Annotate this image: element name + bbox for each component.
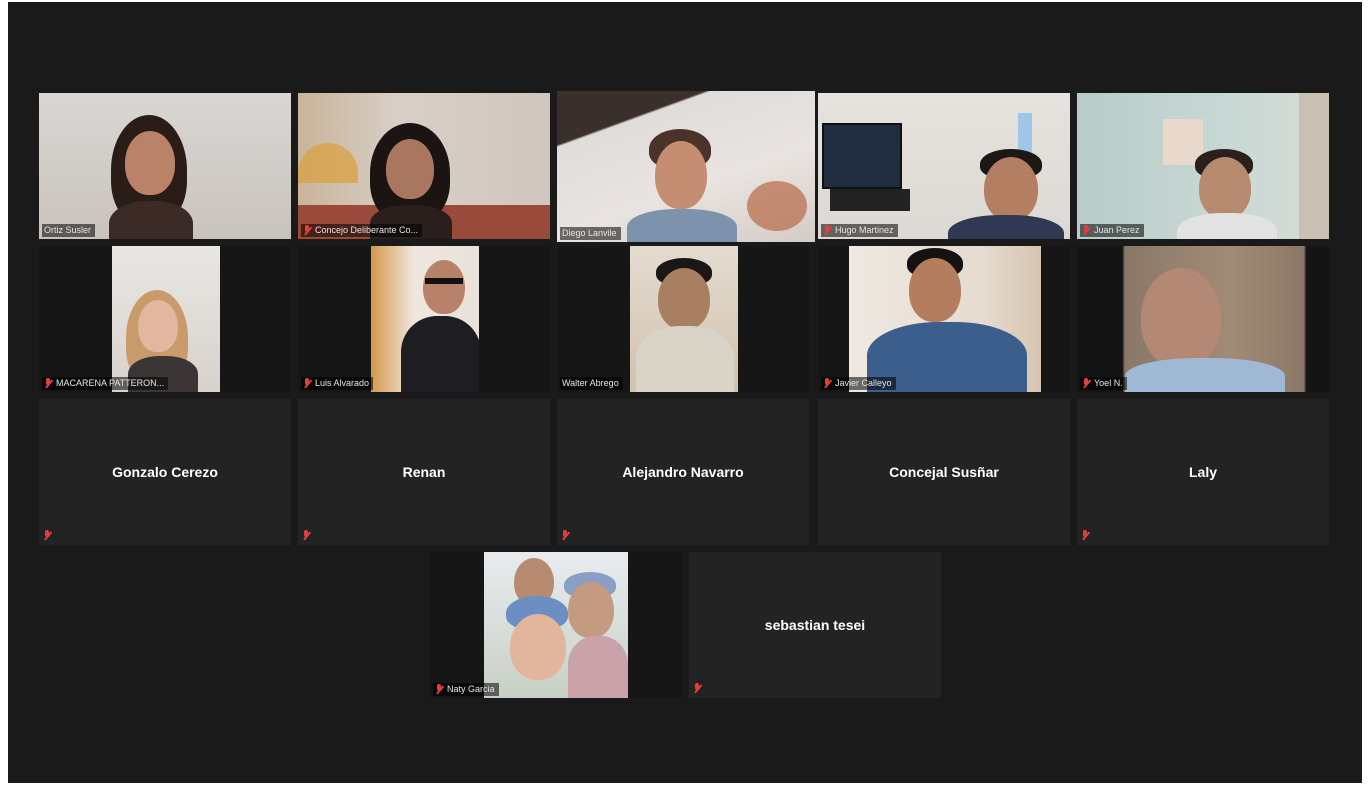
participant-name: Yoel N. bbox=[1094, 378, 1123, 388]
video-feed bbox=[849, 246, 1041, 392]
participant-name: Laly bbox=[1188, 464, 1217, 480]
muted-mic-icon bbox=[43, 530, 52, 541]
muted-mic-icon bbox=[823, 378, 832, 389]
participant-tile-video-off[interactable]: Alejandro Navarro bbox=[557, 399, 809, 545]
participant-tile[interactable]: Hugo Martinez bbox=[818, 93, 1070, 239]
video-feed bbox=[818, 93, 1070, 239]
participant-name-tag: MACARENA PATTERON... bbox=[42, 377, 169, 390]
muted-mic-icon bbox=[1082, 378, 1091, 389]
participant-tile[interactable]: Walter Abrego bbox=[557, 246, 809, 392]
video-feed bbox=[298, 93, 550, 239]
participant-name: Concejo Deliberante Co... bbox=[315, 225, 419, 235]
video-feed bbox=[557, 91, 815, 242]
video-feed bbox=[630, 246, 738, 392]
participant-name-tag: Concejo Deliberante Co... bbox=[301, 224, 423, 237]
participant-tile[interactable]: Juan Perez bbox=[1077, 93, 1329, 239]
participant-name: Renan bbox=[402, 464, 446, 480]
participant-name-tag: Javier Calleyo bbox=[821, 377, 896, 390]
participant-tile[interactable]: Naty Garcia bbox=[430, 552, 682, 698]
participant-tile[interactable]: Ortiz Susler bbox=[39, 93, 291, 239]
participant-name: Walter Abrego bbox=[562, 378, 619, 388]
participant-tile-video-off[interactable]: Laly bbox=[1077, 399, 1329, 545]
participant-name: Concejal Susñar bbox=[889, 464, 999, 480]
video-feed bbox=[1077, 246, 1329, 392]
participant-tile[interactable]: Javier Calleyo bbox=[818, 246, 1070, 392]
participant-name: sebastian tesei bbox=[764, 617, 866, 633]
participant-tile[interactable]: Yoel N. bbox=[1077, 246, 1329, 392]
participant-tile-video-off[interactable]: Concejal Susñar bbox=[818, 399, 1070, 545]
participant-name: Juan Perez bbox=[1094, 225, 1140, 235]
participant-name: Javier Calleyo bbox=[835, 378, 892, 388]
muted-mic-icon bbox=[44, 378, 53, 389]
participant-name-tag: Juan Perez bbox=[1080, 224, 1144, 237]
muted-mic-icon bbox=[303, 378, 312, 389]
video-feed bbox=[39, 93, 291, 239]
participant-tile-video-off[interactable]: Renan bbox=[298, 399, 550, 545]
participant-name-tag: Naty Garcia bbox=[433, 683, 499, 696]
participant-name: Gonzalo Cerezo bbox=[112, 464, 218, 480]
participant-name-tag: Hugo Martinez bbox=[821, 224, 898, 237]
participant-tile-active-speaker[interactable]: Diego Lanvile bbox=[557, 91, 815, 242]
video-feed bbox=[112, 246, 220, 392]
participant-tile[interactable]: Concejo Deliberante Co... bbox=[298, 93, 550, 239]
participant-tile[interactable]: MACARENA PATTERON... bbox=[39, 246, 291, 392]
muted-mic-icon bbox=[303, 225, 312, 236]
video-feed bbox=[484, 552, 628, 698]
participant-name: Hugo Martinez bbox=[835, 225, 894, 235]
muted-mic-icon bbox=[693, 683, 702, 694]
muted-mic-icon bbox=[561, 530, 570, 541]
muted-mic-icon bbox=[823, 225, 832, 236]
participant-tile[interactable]: Luis Alvarado bbox=[298, 246, 550, 392]
gallery-view: Ortiz Susler Concejo Deliberante Co... D… bbox=[8, 2, 1362, 783]
video-feed bbox=[371, 246, 479, 392]
muted-mic-icon bbox=[435, 684, 444, 695]
participant-name: Naty Garcia bbox=[447, 684, 495, 694]
muted-mic-icon bbox=[1082, 225, 1091, 236]
participant-name-tag: Yoel N. bbox=[1080, 377, 1127, 390]
participant-name-tag: Ortiz Susler bbox=[42, 224, 96, 237]
participant-name-tag: Luis Alvarado bbox=[301, 377, 374, 390]
participant-tile-video-off[interactable]: Gonzalo Cerezo bbox=[39, 399, 291, 545]
participant-tile-video-off[interactable]: sebastian tesei bbox=[689, 552, 941, 698]
video-feed bbox=[1077, 93, 1329, 239]
participant-name: Alejandro Navarro bbox=[622, 464, 744, 480]
participant-name-tag: Diego Lanvile bbox=[560, 227, 621, 240]
muted-mic-icon bbox=[302, 530, 311, 541]
muted-mic-icon bbox=[1081, 530, 1090, 541]
participant-name: Luis Alvarado bbox=[315, 378, 370, 388]
participant-name: Ortiz Susler bbox=[44, 225, 92, 235]
participant-name: Diego Lanvile bbox=[562, 228, 617, 238]
participant-name: MACARENA PATTERON... bbox=[56, 378, 165, 388]
participant-name-tag: Walter Abrego bbox=[560, 377, 623, 390]
